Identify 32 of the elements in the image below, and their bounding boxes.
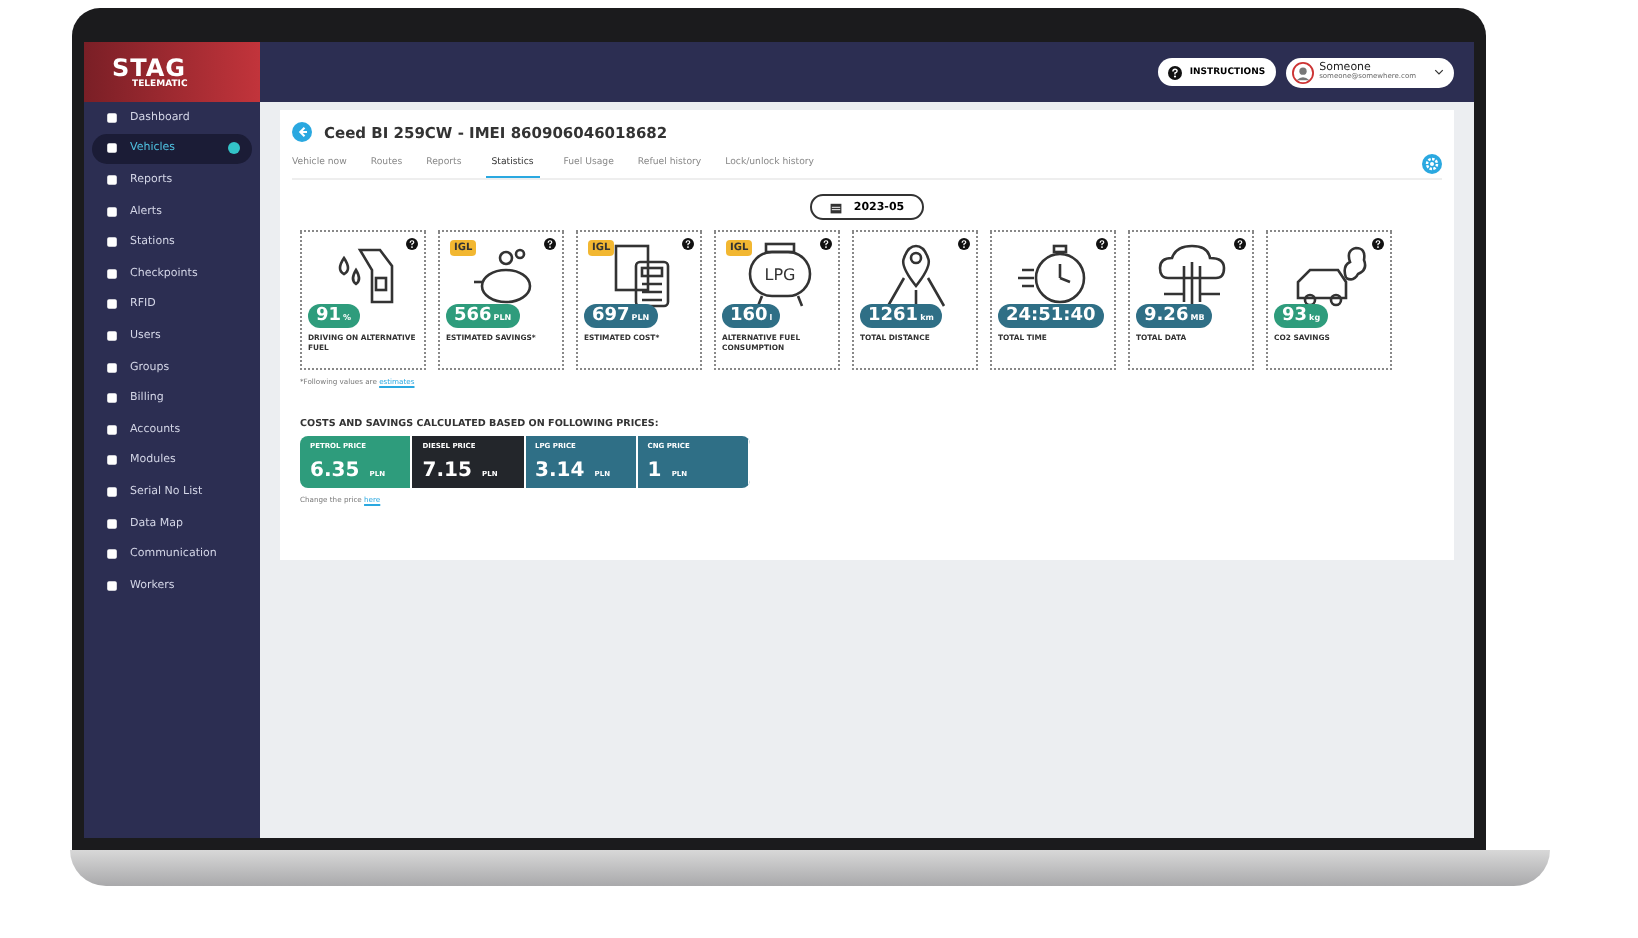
menu-item-icon	[106, 361, 118, 374]
menu-item-icon	[106, 142, 118, 155]
help-icon[interactable]	[958, 238, 970, 250]
menu-item-icon	[106, 548, 118, 561]
help-icon[interactable]	[820, 238, 832, 250]
caret-icon	[1434, 68, 1444, 76]
help-icon	[1167, 65, 1182, 79]
help-icon[interactable]	[1096, 238, 1108, 250]
menu-item-icon	[106, 111, 118, 124]
menu-item-icon	[106, 236, 118, 249]
menu-item-icon	[106, 205, 118, 218]
back-icon[interactable]	[292, 122, 312, 142]
logo-name: STAG	[112, 55, 189, 79]
menu-item-icon	[106, 329, 118, 342]
value-pill: 24:51:40	[998, 304, 1104, 328]
menu-item-icon	[106, 267, 118, 280]
avatar-icon	[1291, 61, 1314, 83]
help-icon[interactable]	[1372, 238, 1384, 250]
help-icon[interactable]	[544, 238, 556, 250]
menu-item-icon	[106, 517, 118, 530]
help-icon[interactable]	[406, 238, 418, 250]
menu-item-icon	[106, 392, 118, 405]
calendar-icon	[829, 201, 842, 213]
menu-item-icon	[106, 298, 118, 311]
help-icon[interactable]	[682, 238, 694, 250]
help-icon[interactable]	[1234, 238, 1246, 250]
menu-item-icon	[106, 454, 118, 467]
menu-item-icon	[106, 173, 118, 186]
menu-item-icon	[106, 423, 118, 436]
menu-item-icon	[106, 485, 118, 498]
settings-icon[interactable]	[1422, 154, 1442, 174]
menu-item-icon	[106, 579, 118, 592]
